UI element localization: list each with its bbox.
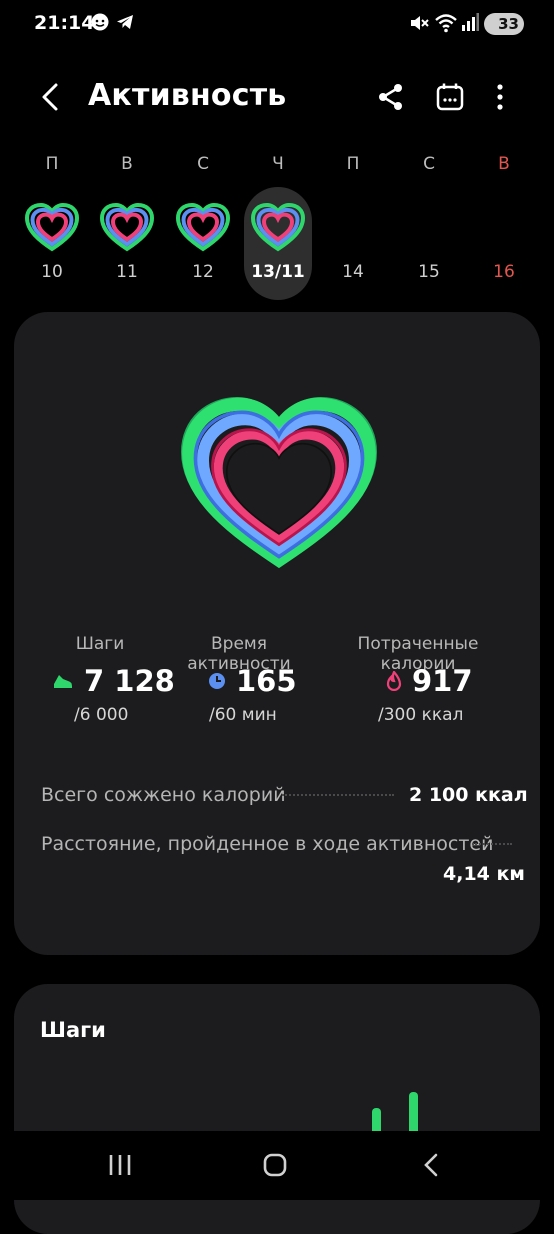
active-time-goal: /60 мин [209, 705, 277, 725]
back-arrow-icon[interactable] [38, 82, 62, 112]
total-burned-label: Всего сожжено калорий [41, 784, 286, 806]
steps-label: Шаги [75, 634, 125, 654]
flame-icon [386, 671, 402, 691]
active-time-value-row: 165 [208, 664, 297, 698]
dotted-leader [472, 843, 512, 845]
day-activity-ring-icon[interactable] [175, 202, 231, 252]
telegram-icon [117, 15, 133, 29]
day-letter: П [45, 154, 59, 174]
battery-indicator: 33 [484, 13, 524, 35]
shoe-icon [54, 675, 72, 688]
day-activity-ring-icon[interactable] [99, 202, 155, 252]
calories-value: 917 [412, 664, 473, 698]
active-time-value: 165 [236, 664, 297, 698]
status-time: 21:14 [34, 12, 95, 34]
day-number[interactable]: 11 [97, 262, 157, 282]
calories-goal: /300 ккал [378, 705, 464, 725]
battery-level: 33 [498, 15, 519, 33]
day-number[interactable]: 10 [22, 262, 82, 282]
dotted-leader [282, 794, 394, 796]
day-letter: В [498, 154, 510, 174]
total-burned-value: 2 100 ккал [409, 784, 528, 806]
steps-card-title: Шаги [40, 1018, 106, 1042]
day-number[interactable]: 16 [474, 262, 534, 282]
mute-icon [411, 16, 429, 30]
day-number[interactable]: 13/11 [248, 262, 308, 282]
day-number[interactable]: 15 [399, 262, 459, 282]
day-letter: С [197, 154, 209, 174]
calories-value-row: 917 [386, 664, 473, 698]
page-title: Активность [88, 78, 287, 113]
day-activity-ring-icon[interactable] [24, 202, 80, 252]
clock-icon [209, 673, 225, 689]
day-activity-ring-icon[interactable] [250, 202, 306, 252]
distance-label: Расстояние, пройденное в ходе активносте… [41, 833, 494, 855]
day-letter: П [346, 154, 360, 174]
wifi-icon [435, 14, 457, 33]
back-nav-icon[interactable] [422, 1153, 440, 1177]
recent-apps-icon[interactable] [108, 1153, 132, 1177]
status-bar: 21:14 33 [0, 0, 554, 50]
activity-heart-rings [174, 396, 384, 578]
calendar-icon[interactable] [436, 82, 464, 112]
more-options-icon[interactable] [492, 82, 508, 112]
day-number[interactable]: 14 [323, 262, 383, 282]
steps-value-row: 7 128 [52, 664, 175, 698]
day-letter: С [423, 154, 435, 174]
steps-value: 7 128 [84, 664, 175, 698]
home-icon[interactable] [263, 1153, 287, 1177]
share-icon[interactable] [377, 82, 405, 112]
chat-app-icon [91, 13, 109, 31]
steps-goal: /6 000 [74, 705, 129, 725]
day-letter: Ч [272, 154, 284, 174]
signal-icon [462, 13, 479, 31]
day-letter: В [121, 154, 133, 174]
day-number[interactable]: 12 [173, 262, 233, 282]
distance-value: 4,14 км [443, 863, 525, 885]
